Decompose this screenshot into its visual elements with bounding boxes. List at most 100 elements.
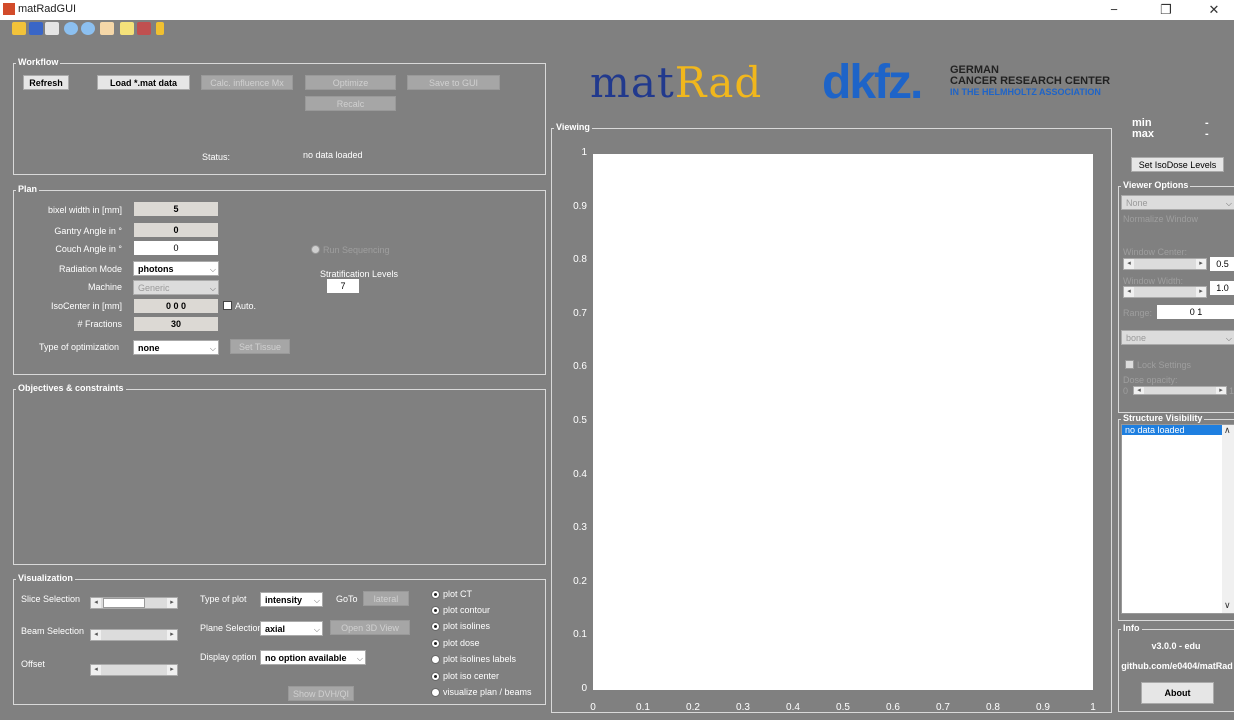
refresh-button[interactable]: Refresh xyxy=(23,75,69,90)
y-tick-label: 0.1 xyxy=(573,629,587,641)
machine-select[interactable]: Generic ⌵ xyxy=(133,280,219,295)
arrow-left-icon[interactable]: ◂ xyxy=(91,630,101,640)
structure-item[interactable]: no data loaded xyxy=(1122,425,1227,435)
export-icon[interactable] xyxy=(45,22,59,35)
arrow-right-icon[interactable]: ▸ xyxy=(167,630,177,640)
minimize-button[interactable]: − xyxy=(1094,0,1134,20)
plot-type-select[interactable]: intensity ⌵ xyxy=(260,592,323,607)
arrow-right-icon[interactable]: ▸ xyxy=(1196,259,1206,269)
calc-influence-button[interactable]: Calc. influence Mx xyxy=(201,75,293,90)
set-tissue-button[interactable]: Set Tissue xyxy=(230,339,290,354)
fractions-label: # Fractions xyxy=(77,319,122,329)
plot-isolines-radio[interactable] xyxy=(431,622,440,631)
colormap-select[interactable]: bone ⌵ xyxy=(1121,330,1234,345)
plot-isolines-labels-radio[interactable] xyxy=(431,655,440,664)
arrow-right-icon[interactable]: ▸ xyxy=(1196,287,1206,297)
y-tick-label: 0.3 xyxy=(573,522,587,534)
chevron-up-icon[interactable]: ∧ xyxy=(1224,425,1231,436)
matrad-logo-mat: mat xyxy=(590,58,675,107)
legend-icon[interactable] xyxy=(156,22,164,35)
chevron-down-icon[interactable]: ∨ xyxy=(1224,600,1231,611)
status-value: no data loaded xyxy=(303,150,363,160)
load-mat-button[interactable]: Load *.mat data xyxy=(97,75,190,90)
window-center-slider[interactable]: ◂ ▸ xyxy=(1123,258,1207,270)
strat-input[interactable]: 7 xyxy=(327,279,359,293)
arrow-right-icon[interactable]: ▸ xyxy=(167,598,177,608)
plot-iso-center-label: plot iso center xyxy=(443,671,500,681)
chevron-down-icon: ⌵ xyxy=(1225,199,1232,208)
about-button[interactable]: About xyxy=(1141,682,1214,704)
datacursor-icon[interactable] xyxy=(120,22,134,35)
plot-iso-center-radio[interactable] xyxy=(431,672,440,681)
lock-settings-checkbox[interactable] xyxy=(1125,360,1134,369)
plot-contour-radio[interactable] xyxy=(431,606,440,615)
bixel-input[interactable]: 5 xyxy=(134,202,218,216)
objectives-panel: Objectives & constraints xyxy=(13,383,546,565)
window-width-slider[interactable]: ◂ ▸ xyxy=(1123,286,1207,298)
opt-type-label: Type of optimization xyxy=(39,342,120,352)
range-input[interactable]: 0 1 xyxy=(1157,305,1234,319)
colorbar-icon[interactable] xyxy=(137,22,151,35)
dkfz-line3: IN THE HELMHOLTZ ASSOCIATION xyxy=(950,87,1101,97)
gantry-input[interactable]: 0 xyxy=(134,223,218,237)
display-select[interactable]: no option available ⌵ xyxy=(260,650,366,665)
set-isodose-button[interactable]: Set IsoDose Levels xyxy=(1131,157,1224,172)
opacity-max-label: 1 xyxy=(1229,386,1234,396)
x-tick-label: 0.4 xyxy=(786,702,800,713)
plot-ct-radio[interactable] xyxy=(431,590,440,599)
scrollbar-vertical[interactable]: ∧ ∨ xyxy=(1222,425,1234,613)
arrow-right-icon[interactable]: ▸ xyxy=(1216,387,1226,394)
plot-dose-radio[interactable] xyxy=(431,639,440,648)
y-tick-label: 1 xyxy=(581,147,587,158)
auto-checkbox[interactable] xyxy=(223,301,232,310)
offset-slider[interactable]: ◂ ▸ xyxy=(90,664,178,676)
recalc-button[interactable]: Recalc xyxy=(305,96,396,111)
plane-value: axial xyxy=(265,624,286,634)
arrow-left-icon[interactable]: ◂ xyxy=(91,598,101,608)
slider-thumb[interactable] xyxy=(103,598,145,608)
plane-select[interactable]: axial ⌵ xyxy=(260,621,323,636)
beam-slider[interactable]: ◂ ▸ xyxy=(90,629,178,641)
plot-isolines-label: plot isolines xyxy=(443,621,491,631)
fractions-input[interactable]: 30 xyxy=(134,317,218,331)
matrad-logo-rad: Rad xyxy=(674,58,763,107)
save-to-gui-button[interactable]: Save to GUI xyxy=(407,75,500,90)
zoom-in-icon[interactable] xyxy=(64,22,78,35)
open-3d-view-button[interactable]: Open 3D View xyxy=(330,620,410,635)
arrow-left-icon[interactable]: ◂ xyxy=(1124,287,1134,297)
dose-opacity-slider[interactable]: ◂ ▸ xyxy=(1133,386,1227,395)
arrow-left-icon[interactable]: ◂ xyxy=(1134,387,1144,394)
visualize-plan-radio[interactable] xyxy=(431,688,440,697)
restore-button[interactable]: ❐ xyxy=(1146,0,1186,20)
show-dvh-button[interactable]: Show DVH/QI xyxy=(288,686,354,701)
goto-lateral-button[interactable]: lateral xyxy=(363,591,409,606)
radiation-select[interactable]: photons ⌵ xyxy=(133,261,219,276)
arrow-left-icon[interactable]: ◂ xyxy=(91,665,101,675)
isocenter-input[interactable]: 0 0 0 xyxy=(134,299,218,313)
opt-type-select[interactable]: none ⌵ xyxy=(133,340,219,355)
save-icon[interactable] xyxy=(29,22,43,35)
plan-panel: Plan bixel width in [mm] 5 Gantry Angle … xyxy=(13,184,546,375)
lock-settings-label: Lock Settings xyxy=(1137,360,1192,370)
structure-listbox[interactable]: no data loaded ∧ ∨ xyxy=(1121,424,1234,614)
github-link[interactable]: github.com/e0404/matRad xyxy=(1119,661,1234,671)
plot-axes[interactable] xyxy=(593,154,1093,690)
close-button[interactable]: ✕ xyxy=(1194,0,1234,20)
run-sequencing-radio[interactable] xyxy=(311,245,320,254)
x-tick-label: 0 xyxy=(590,702,596,713)
pan-icon[interactable] xyxy=(100,22,114,35)
couch-input[interactable]: 0 xyxy=(134,241,218,255)
optimize-button[interactable]: Optimize xyxy=(305,75,396,90)
visualization-title: Visualization xyxy=(16,573,75,583)
window-center-input[interactable]: 0.5 xyxy=(1210,257,1234,271)
open-icon[interactable] xyxy=(12,22,26,35)
max-label: max xyxy=(1132,128,1155,140)
slice-slider[interactable]: ◂ ▸ xyxy=(90,597,178,609)
arrow-right-icon[interactable]: ▸ xyxy=(167,665,177,675)
dose-opacity-label: Dose opacity: xyxy=(1123,375,1178,385)
viewer-select[interactable]: None ⌵ xyxy=(1121,195,1234,210)
zoom-out-icon[interactable] xyxy=(81,22,95,35)
arrow-left-icon[interactable]: ◂ xyxy=(1124,259,1134,269)
offset-label: Offset xyxy=(21,659,45,669)
window-width-input[interactable]: 1.0 xyxy=(1210,281,1234,295)
